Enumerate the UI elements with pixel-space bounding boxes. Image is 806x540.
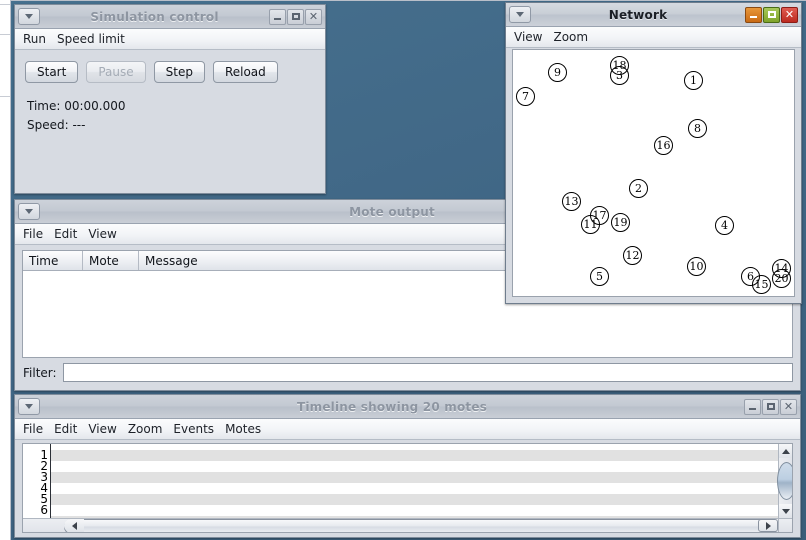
simulation-control-window-buttons[interactable]: ✕	[269, 8, 322, 25]
network-menubar[interactable]: View Zoom	[506, 27, 801, 48]
window-menu-icon[interactable]	[18, 203, 40, 220]
scroll-left-arrow-icon[interactable]	[64, 519, 84, 532]
window-menu-icon[interactable]	[18, 398, 40, 415]
step-button[interactable]: Step	[153, 61, 205, 83]
minimize-icon[interactable]	[745, 6, 762, 23]
network-mote-node[interactable]: 20	[772, 269, 791, 288]
menu-view[interactable]: View	[514, 30, 542, 44]
network-mote-node[interactable]: 10	[687, 257, 706, 276]
minimize-icon[interactable]	[269, 8, 286, 25]
timeline-row-stripes	[51, 444, 778, 518]
window-menu-icon[interactable]	[18, 8, 40, 25]
network-titlebar[interactable]: Network ✕	[506, 3, 801, 27]
timeline-row[interactable]	[51, 450, 778, 461]
menu-view[interactable]: View	[88, 422, 116, 436]
network-mote-node[interactable]: 7	[516, 87, 535, 106]
timeline-menubar[interactable]: File Edit View Zoom Events Motes	[15, 419, 800, 440]
window-timeline[interactable]: Timeline showing 20 motes ✕ File Edit Vi…	[14, 394, 801, 538]
menu-view[interactable]: View	[88, 227, 116, 241]
simulation-status: Time: 00:00.000 Speed: ---	[15, 83, 325, 135]
window-menu-icon[interactable]	[509, 6, 531, 23]
start-button[interactable]: Start	[25, 61, 79, 83]
timeline-canvas[interactable]: 123456	[23, 444, 778, 518]
timeline-row-number: 6	[40, 503, 48, 517]
simulation-control-titlebar[interactable]: Simulation control ✕	[15, 5, 325, 29]
scrollbar-corner	[778, 518, 792, 532]
timeline-window-buttons[interactable]: ✕	[744, 398, 797, 415]
close-icon[interactable]: ✕	[780, 398, 797, 415]
menu-zoom[interactable]: Zoom	[128, 422, 163, 436]
simulation-control-menubar[interactable]: Run Speed limit	[15, 29, 325, 50]
window-network[interactable]: Network ✕ View Zoom 1 2 3 4 5 6 7 8 9 10 11 12 13 14 1…	[505, 2, 802, 304]
network-canvas[interactable]: 1 2 3 4 5 6 7 8 9 10 11 12 13 14 15 16 17 18 19 20	[512, 49, 795, 297]
maximize-icon[interactable]	[762, 398, 779, 415]
minimize-icon[interactable]	[744, 398, 761, 415]
scroll-right-arrow-icon[interactable]	[758, 519, 778, 532]
scroll-down-arrow-icon[interactable]	[779, 504, 792, 518]
menu-run[interactable]: Run	[23, 32, 46, 46]
vertical-scroll-thumb[interactable]	[777, 462, 792, 500]
network-mote-node[interactable]: 18	[610, 56, 629, 75]
timeline-row[interactable]	[51, 483, 778, 494]
menu-events[interactable]: Events	[173, 422, 214, 436]
timeline-horizontal-scrollbar[interactable]	[23, 518, 778, 532]
timeline-row[interactable]	[51, 505, 778, 516]
menu-file[interactable]: File	[23, 422, 43, 436]
network-title: Network	[608, 7, 668, 22]
timeline-title: Timeline showing 20 motes	[296, 399, 488, 414]
simulation-control-title: Simulation control	[90, 9, 219, 24]
timeline-viewport[interactable]: 123456	[22, 443, 793, 533]
mote-output-filter-row[interactable]: Filter:	[15, 363, 793, 382]
close-icon[interactable]: ✕	[305, 8, 322, 25]
window-simulation-control[interactable]: Simulation control ✕ Run Speed limit Sta…	[14, 4, 326, 194]
network-mote-node[interactable]: 15	[752, 275, 771, 294]
simulation-button-row[interactable]: Start Pause Step Reload	[15, 51, 325, 83]
timeline-row-numbers: 123456	[23, 444, 50, 518]
timeline-titlebar[interactable]: Timeline showing 20 motes ✕	[15, 395, 800, 419]
network-mote-node[interactable]: 12	[623, 246, 642, 265]
network-mote-node[interactable]: 2	[629, 179, 648, 198]
column-header-time[interactable]: Time	[23, 251, 83, 270]
maximize-icon[interactable]	[763, 6, 780, 23]
column-header-mote[interactable]: Mote	[83, 251, 139, 270]
horizontal-scroll-thumb[interactable]	[64, 519, 778, 532]
timeline-row[interactable]	[51, 461, 778, 472]
desktop-root: Mote output ✕ File Edit View Time Mote M…	[0, 0, 806, 540]
timeline-row[interactable]	[51, 494, 778, 505]
close-icon[interactable]: ✕	[781, 6, 798, 23]
menu-speed-limit[interactable]: Speed limit	[57, 32, 125, 46]
network-mote-node[interactable]: 17	[590, 206, 609, 225]
menu-edit[interactable]: Edit	[54, 422, 77, 436]
network-mote-node[interactable]: 4	[715, 216, 734, 235]
timeline-row[interactable]	[51, 472, 778, 483]
timeline-vertical-scrollbar[interactable]	[777, 444, 792, 518]
filter-label: Filter:	[23, 365, 57, 380]
network-mote-node[interactable]: 1	[684, 71, 703, 90]
reload-button[interactable]: Reload	[212, 61, 278, 83]
network-window-buttons[interactable]: ✕	[745, 6, 798, 23]
network-mote-node[interactable]: 5	[590, 267, 609, 286]
menu-motes[interactable]: Motes	[225, 422, 261, 436]
pause-button: Pause	[86, 61, 146, 83]
network-mote-node[interactable]: 19	[611, 213, 630, 232]
filter-input[interactable]	[62, 363, 793, 382]
network-mote-node[interactable]: 8	[688, 119, 707, 138]
menu-file[interactable]: File	[23, 227, 43, 241]
menu-zoom[interactable]: Zoom	[553, 30, 588, 44]
maximize-icon[interactable]	[287, 8, 304, 25]
menu-edit[interactable]: Edit	[54, 227, 77, 241]
time-label: Time: 00:00.000	[27, 99, 126, 113]
desktop-left-strip	[0, 0, 10, 540]
speed-label: Speed: ---	[27, 118, 86, 132]
network-mote-node[interactable]: 13	[562, 192, 581, 211]
network-mote-node[interactable]: 16	[654, 136, 673, 155]
timeline-axis-line	[50, 444, 51, 518]
network-mote-node[interactable]: 9	[548, 63, 567, 82]
scroll-up-arrow-icon[interactable]	[779, 444, 792, 458]
